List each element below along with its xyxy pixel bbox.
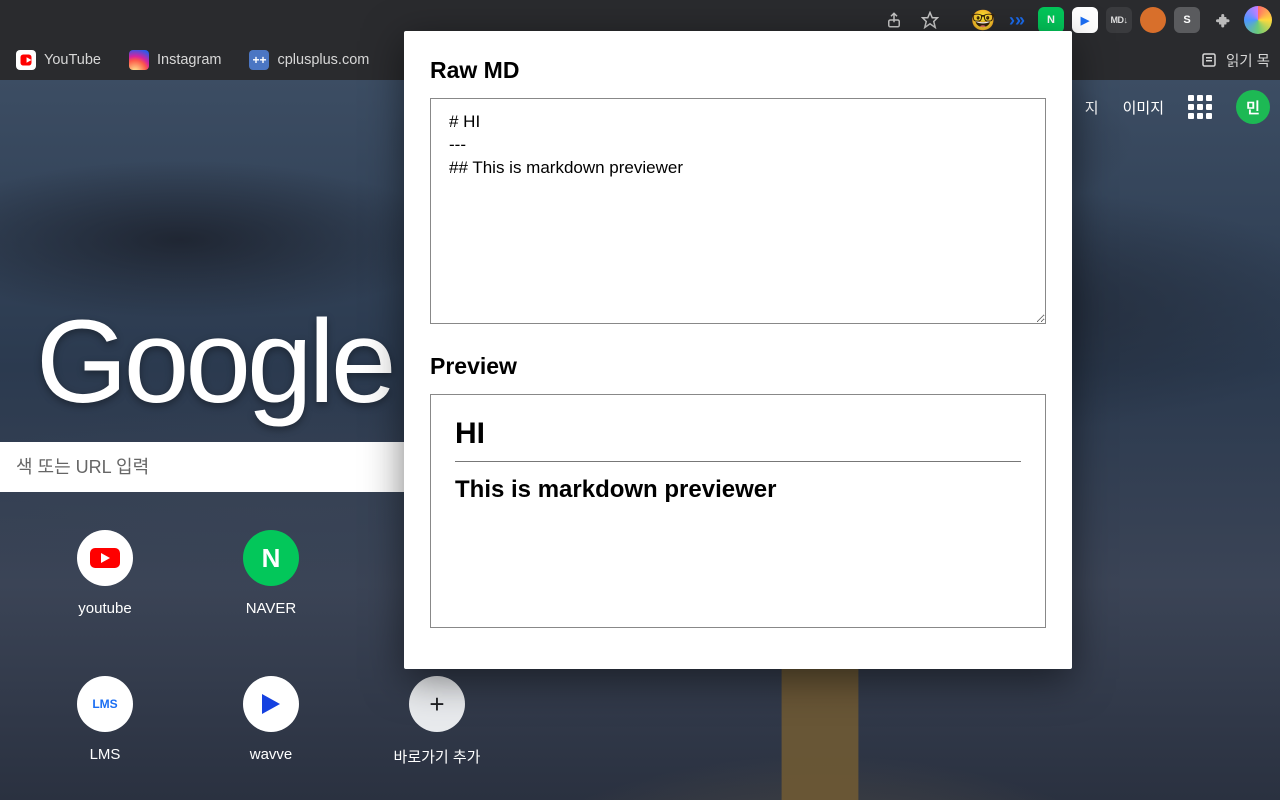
raw-md-heading: Raw MD [430,57,1046,84]
shortcut-label: youtube [78,600,131,617]
markdown-previewer-popup: Raw MD Preview HI This is markdown previ… [404,31,1072,669]
profile-avatar-icon[interactable] [1244,6,1272,34]
extension-play-icon[interactable]: ▶ [1072,7,1098,33]
instagram-icon [129,50,149,70]
search-bar[interactable] [0,442,408,492]
preview-hr [455,461,1021,462]
raw-md-textarea[interactable] [430,98,1046,324]
shortcut-label: wavve [250,746,293,763]
naver-icon: N [243,530,299,586]
bookmark-youtube[interactable]: YouTube [10,46,107,74]
shortcut-label: 바로가기 추가 [394,746,481,767]
shortcut-add[interactable]: + 바로가기 추가 [354,676,520,800]
plus-icon: + [409,676,465,732]
bookmark-star-icon[interactable] [916,6,944,34]
youtube-icon [16,50,36,70]
google-account-avatar[interactable]: 민 [1236,90,1270,124]
preview-h1: HI [455,417,1021,451]
shortcut-naver[interactable]: N NAVER [188,530,354,670]
bookmark-label: YouTube [44,52,101,68]
shortcut-lms[interactable]: LMS LMS [22,676,188,800]
extensions-puzzle-icon[interactable] [1208,6,1236,34]
shortcut-wavve[interactable]: wavve [188,676,354,800]
shortcut-label: NAVER [246,600,297,617]
bookmark-instagram[interactable]: Instagram [123,46,227,74]
bookmark-label: cplusplus.com [277,52,369,68]
shortcut-youtube[interactable]: youtube [22,530,188,670]
google-header: 지 이미지 민 [1085,90,1270,124]
bookmark-label: Instagram [157,52,221,68]
wavve-icon [243,676,299,732]
extension-markdown-icon[interactable]: MD↓ [1106,7,1132,33]
reading-list-icon[interactable] [1200,51,1218,69]
extension-bluetooth-icon[interactable]: ›» [1004,7,1030,33]
youtube-icon [77,530,133,586]
preview-h2: This is markdown previewer [455,476,1021,504]
share-icon[interactable] [880,6,908,34]
header-link-partial[interactable]: 지 [1085,97,1099,118]
shortcut-label: LMS [90,746,121,763]
extension-s-icon[interactable]: S [1174,7,1200,33]
extension-naver-icon[interactable]: N [1038,7,1064,33]
extension-circle-icon[interactable] [1140,7,1166,33]
cplusplus-icon: ++ [249,50,269,70]
preview-output: HI This is markdown previewer [430,394,1046,628]
google-apps-icon[interactable] [1188,95,1212,119]
reading-list-label[interactable]: 읽기 목 [1226,50,1270,71]
google-logo: Google [36,294,393,430]
header-link-images[interactable]: 이미지 [1123,97,1164,118]
bookmark-cplusplus[interactable]: ++ cplusplus.com [243,46,375,74]
extension-owl-icon[interactable]: 🤓 [970,7,996,33]
lms-icon: LMS [77,676,133,732]
preview-heading: Preview [430,353,1046,380]
search-input[interactable] [16,457,392,478]
